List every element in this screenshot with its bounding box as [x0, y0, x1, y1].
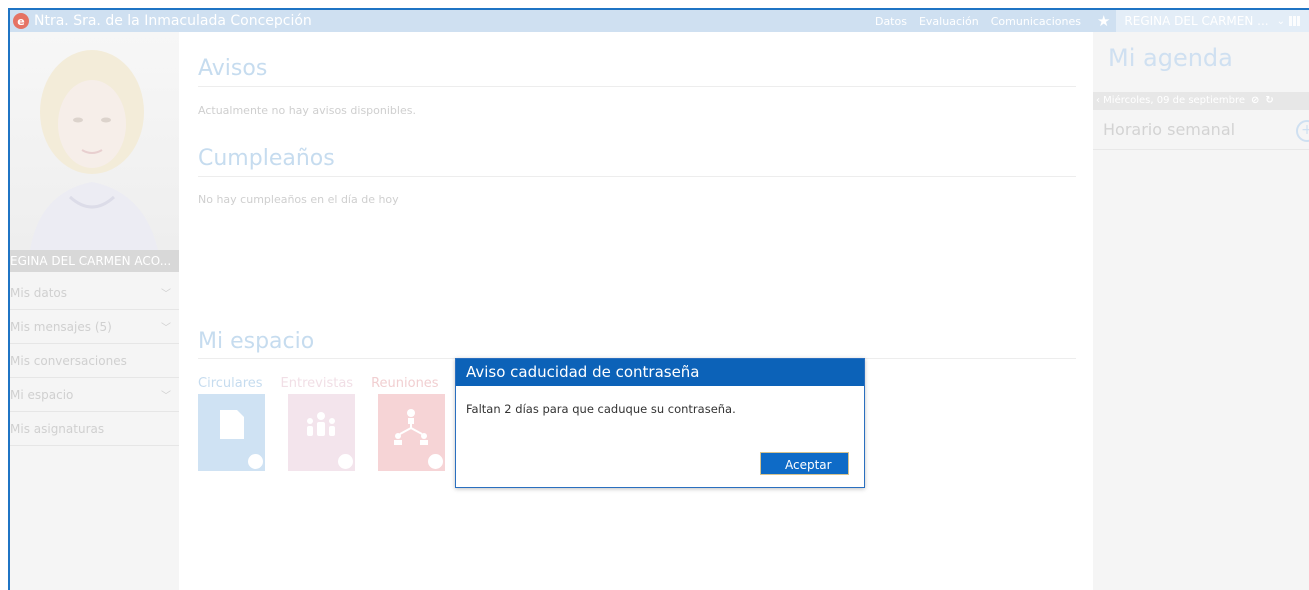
avisos-empty-text: Actualmente no hay avisos disponibles.	[198, 104, 416, 117]
circulares-tile[interactable]	[198, 394, 265, 471]
dialog-message: Faltan 2 días para que caduque su contra…	[466, 402, 736, 416]
cumpleanos-empty-text: No hay cumpleaños en el día de hoy	[198, 193, 399, 206]
left-sidebar: EGINA DEL CARMEN ACO... Mis datos ﹀ Mis …	[10, 32, 179, 590]
sidebar-item-label: Mis datos	[10, 285, 68, 300]
entrevistas-tile[interactable]	[288, 394, 355, 471]
main-content: Avisos Actualmente no hay avisos disponi…	[182, 32, 1076, 590]
hide-icon[interactable]: ⊘	[1251, 92, 1259, 110]
apps-grid-icon[interactable]	[1289, 16, 1301, 26]
sidebar-item-mi-espacio[interactable]: Mi espacio ﹀	[10, 378, 179, 412]
chevron-down-icon: ﹀	[161, 323, 171, 334]
mi-espacio-title: Mi espacio	[198, 329, 315, 354]
top-nav: Datos Evaluación Comunicaciones ★ REGINA…	[875, 10, 1309, 32]
chevron-down-icon: ⌄	[1276, 15, 1285, 27]
sidebar-menu: Mis datos ﹀ Mis mensajes (5) ﹀ Mis conve…	[10, 276, 179, 446]
chevron-down-icon: ﹀	[161, 289, 171, 300]
reuniones-tile[interactable]	[378, 394, 445, 471]
agenda-panel: Mi agenda ‹ Miércoles, 09 de septiembre …	[1093, 32, 1309, 590]
horario-semanal-label[interactable]: Horario semanal	[1103, 120, 1235, 139]
cumpleanos-title: Cumpleaños	[198, 146, 335, 171]
agenda-date[interactable]: ‹ Miércoles, 09 de septiembre	[1096, 92, 1245, 110]
tile-badge	[428, 454, 443, 469]
avisos-title: Avisos	[198, 56, 268, 81]
school-logo-icon[interactable]: e	[13, 13, 29, 29]
divider	[198, 86, 1076, 87]
top-bar: e Ntra. Sra. de la Inmaculada Concepción…	[10, 10, 1309, 32]
sidebar-item-label: Mis asignaturas	[10, 421, 105, 436]
accept-button[interactable]: Aceptar	[760, 452, 849, 475]
user-name: REGINA DEL CARMEN ...	[1124, 14, 1269, 28]
sidebar-item-mis-asignaturas[interactable]: Mis asignaturas	[10, 412, 179, 446]
tile-badge	[248, 454, 263, 469]
profile-photo	[10, 32, 179, 250]
app-title[interactable]: Ntra. Sra. de la Inmaculada Concepción	[34, 13, 312, 29]
sidebar-item-label: Mis mensajes (5)	[10, 319, 112, 334]
divider	[198, 176, 1076, 177]
refresh-icon[interactable]: ↻	[1265, 92, 1273, 110]
sidebar-item-mis-datos[interactable]: Mis datos ﹀	[10, 276, 179, 310]
sidebar-item-mis-mensajes[interactable]: Mis mensajes (5) ﹀	[10, 310, 179, 344]
agenda-date-bar: ‹ Miércoles, 09 de septiembre ⊘ ↻	[1093, 92, 1309, 110]
dialog-title: Aviso caducidad de contraseña	[456, 359, 864, 386]
sidebar-item-label: Mi espacio	[10, 387, 74, 402]
tile-badge	[338, 454, 353, 469]
tab-entrevistas[interactable]: Entrevistas	[281, 376, 354, 391]
espacio-tiles	[198, 394, 445, 471]
nav-evaluacion[interactable]: Evaluación	[919, 15, 979, 28]
sidebar-item-mis-conversaciones[interactable]: Mis conversaciones	[10, 344, 179, 378]
sidebar-item-label: Mis conversaciones	[10, 353, 127, 368]
tab-circulares[interactable]: Circulares	[198, 376, 263, 391]
chevron-down-icon: ﹀	[161, 391, 171, 402]
nav-datos[interactable]: Datos	[875, 15, 907, 28]
password-expiry-dialog: Aviso caducidad de contraseña Faltan 2 d…	[455, 358, 865, 488]
add-circle-icon[interactable]: +	[1296, 120, 1309, 142]
agenda-title: Mi agenda	[1108, 44, 1233, 72]
tab-reuniones[interactable]: Reuniones	[371, 376, 439, 391]
nav-comunicaciones[interactable]: Comunicaciones	[991, 15, 1081, 28]
divider	[1093, 149, 1309, 150]
profile-name: EGINA DEL CARMEN ACO...	[10, 250, 179, 272]
espacio-tabs: Circulares Entrevistas Reuniones	[198, 376, 439, 391]
user-menu[interactable]: REGINA DEL CARMEN ... ⌄	[1116, 10, 1309, 32]
favorites-star-icon[interactable]: ★	[1097, 12, 1110, 30]
